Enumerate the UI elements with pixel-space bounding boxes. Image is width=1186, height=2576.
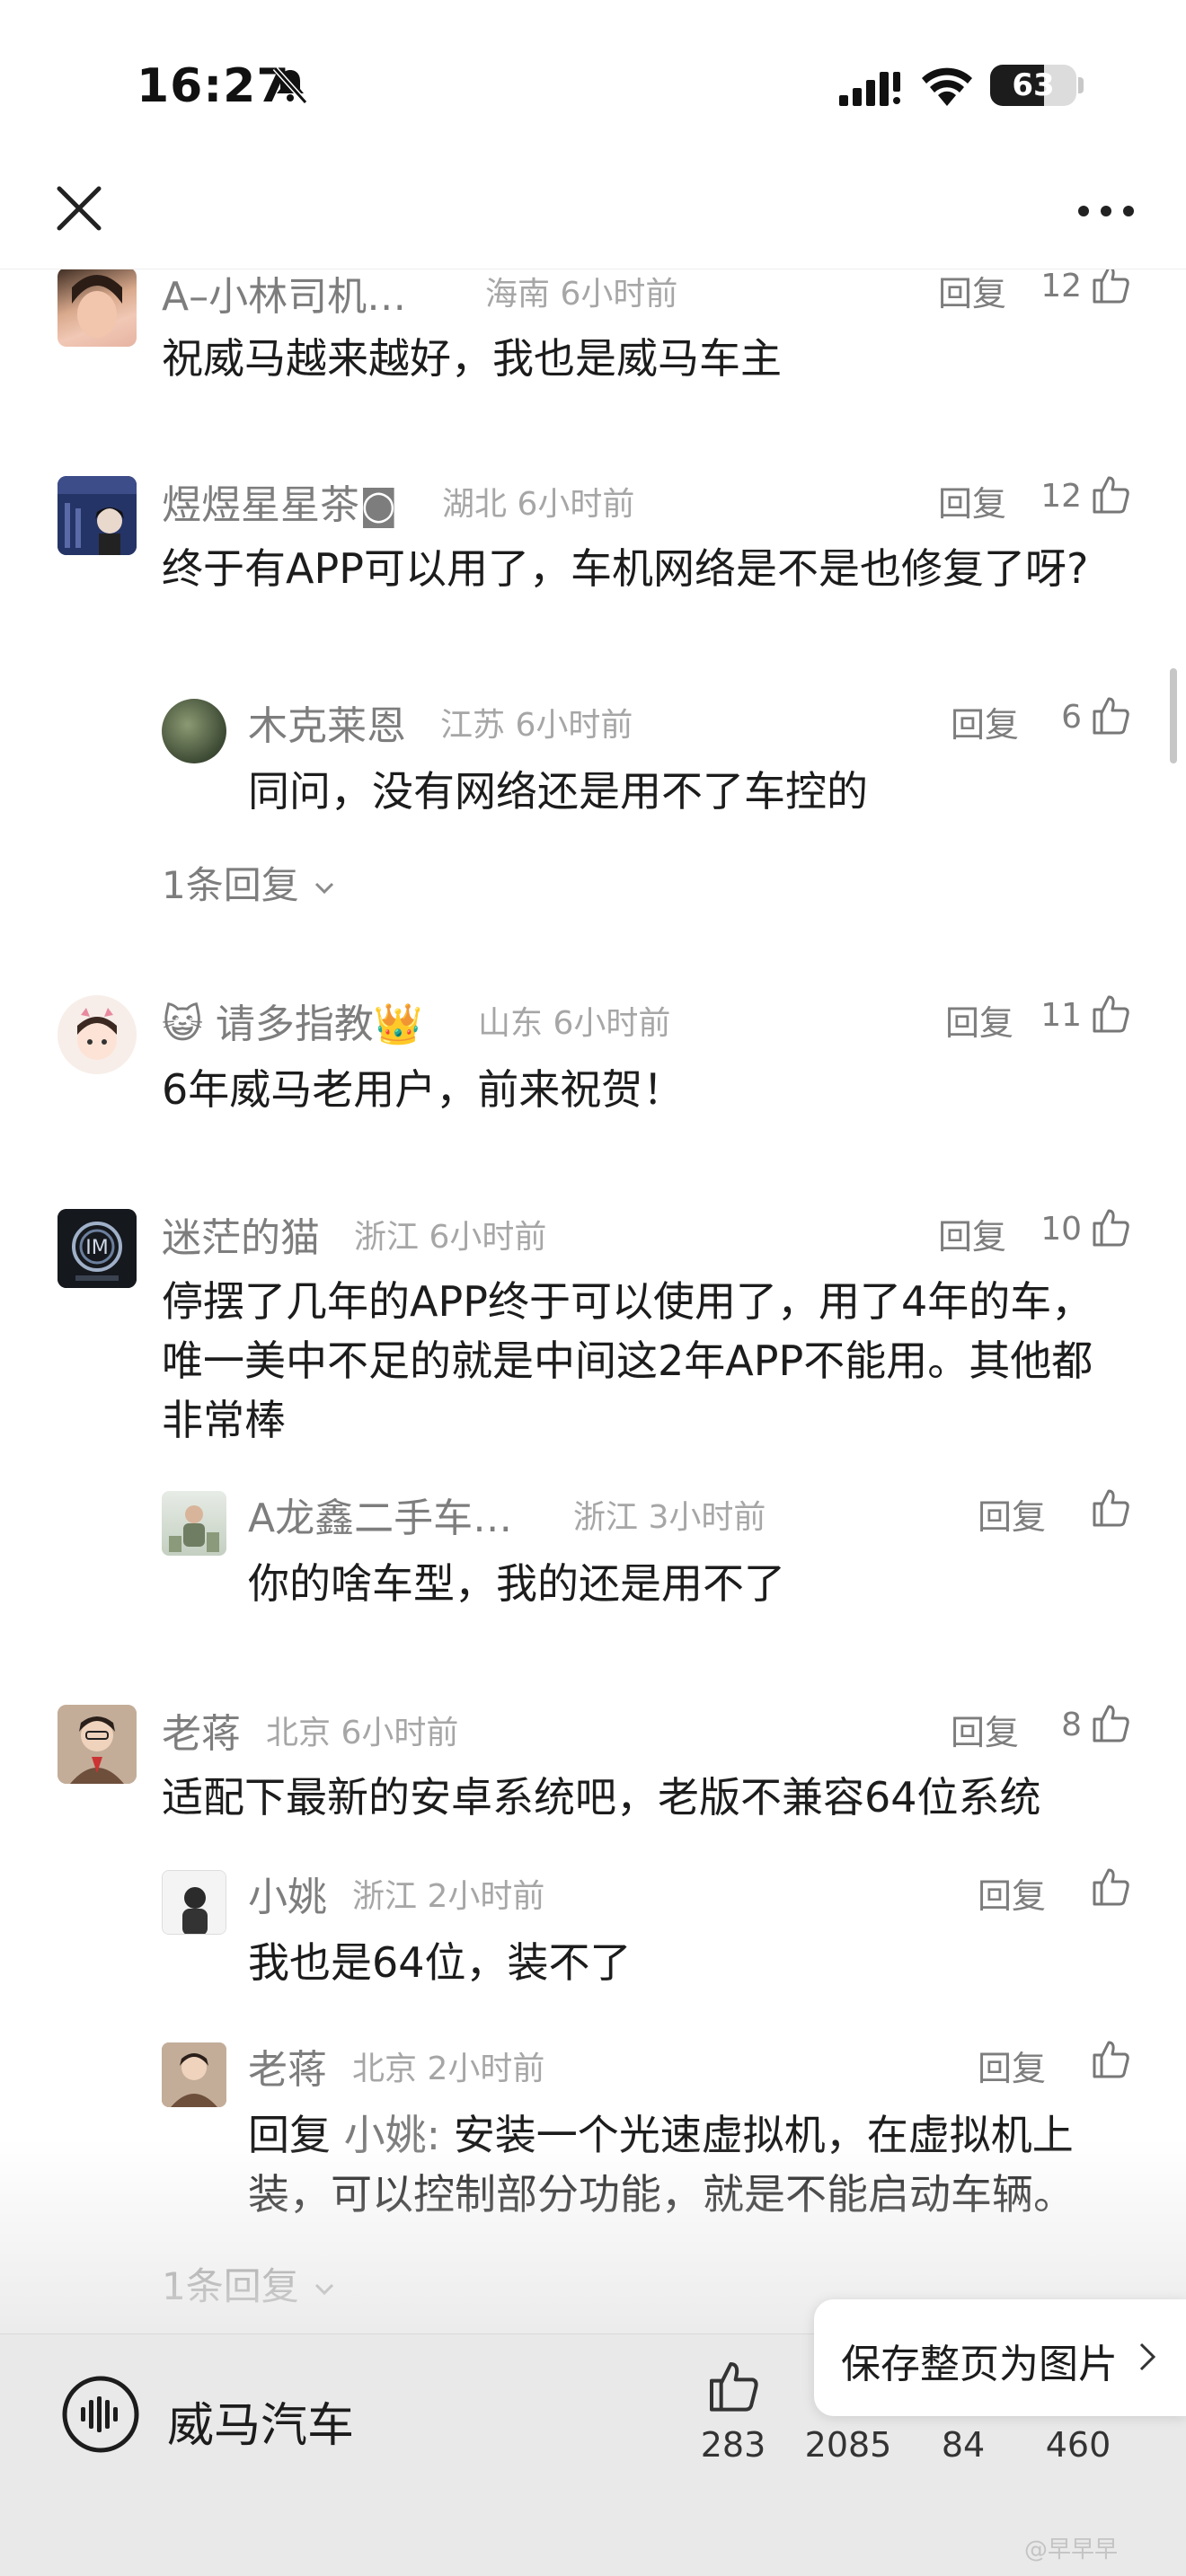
reply-button[interactable]: 回复 (945, 995, 1013, 1045)
chevron-down-icon (315, 2283, 334, 2295)
comment-meta: 湖北 6小时前 (442, 486, 635, 523)
reply-button[interactable]: 回复 (938, 1209, 1006, 1258)
reply-prefix: 回复 (248, 2111, 344, 2159)
brand-logo-icon[interactable] (61, 2375, 140, 2454)
scroll-indicator[interactable] (1170, 668, 1177, 763)
avatar[interactable] (58, 269, 137, 347)
comment-text: 祝威马越来越好，我也是威马车主 (162, 334, 782, 383)
reply-button[interactable]: 回复 (938, 476, 1006, 525)
comment-meta: 海南 6小时前 (485, 276, 678, 313)
comment-meta: 浙江 6小时前 (354, 1219, 547, 1256)
comment-text: 我也是64位，装不了 (248, 1938, 632, 1987)
expand-replies-label: 1条回复 (162, 863, 299, 907)
save-page-as-image-button[interactable]: 保存整页为图片 (814, 2299, 1186, 2416)
avatar[interactable] (58, 995, 137, 1074)
svg-text:IM: IM (85, 1237, 108, 1259)
comment-meta: 浙江 3小时前 (573, 1499, 766, 1536)
thumbs-up-icon[interactable] (1089, 2037, 1132, 2080)
commenter-name[interactable]: 木克莱恩 (248, 693, 406, 751)
comment-text: 回复 小姚: 安装一个光速虚拟机，在虚拟机上装，可以控制部分功能，就是不能启动车… (248, 2105, 1146, 2224)
reply-button[interactable]: 回复 (978, 1489, 1046, 1539)
thumbs-up-icon[interactable] (1089, 1865, 1132, 1908)
reply-button[interactable]: 回复 (978, 2041, 1046, 2090)
commenter-name[interactable]: 老蒋 (248, 2037, 327, 2095)
like-stat: 283 (700, 2425, 766, 2465)
like-count: 8 (1061, 1707, 1082, 1743)
comment-text: 同问，没有网络还是用不了车控的 (248, 767, 868, 816)
expand-replies-button[interactable]: 1条回复 (162, 2256, 338, 2311)
comment-meta: 山东 6小时前 (478, 1005, 671, 1042)
thumbs-up-icon[interactable] (1089, 693, 1132, 737)
thumbs-up-icon[interactable] (1089, 269, 1132, 305)
thumbs-up-icon[interactable] (1089, 992, 1132, 1035)
battery-indicator: 63 (990, 65, 1076, 106)
comment-text: 终于有APP可以用了，车机网络是不是也修复了呀? (162, 544, 1089, 593)
expand-replies-button[interactable]: 1条回复 (162, 855, 338, 910)
reply-button[interactable]: 回复 (978, 1868, 1046, 1918)
avatar[interactable]: IM (58, 1209, 137, 1288)
watermark: @早早早 (1024, 2536, 1119, 2563)
like-count: 10 (1040, 1211, 1082, 1248)
commenter-name[interactable]: 老蒋 (162, 1701, 241, 1759)
more-icon[interactable] (1075, 189, 1137, 234)
top-bar (0, 171, 1186, 269)
comment-meta: 浙江 2小时前 (352, 1878, 545, 1915)
like-count: 12 (1040, 269, 1082, 304)
favorite-stat: 84 (941, 2425, 986, 2465)
thumbs-up-icon[interactable] (1089, 472, 1132, 516)
avatar[interactable] (162, 699, 226, 763)
avatar[interactable] (58, 476, 137, 555)
wifi-icon (922, 67, 972, 106)
commenter-name[interactable]: A–小林司机… (162, 269, 406, 322)
comment-meta: 江苏 6小时前 (440, 707, 633, 744)
comment-meta: 北京 6小时前 (266, 1715, 459, 1751)
thumbs-up-icon[interactable] (1089, 1205, 1132, 1248)
reply-button[interactable]: 回复 (938, 269, 1006, 315)
silent-bell-icon (272, 66, 308, 105)
status-bar: 16:27 63 (0, 0, 1186, 171)
like-count: 11 (1040, 997, 1082, 1034)
avatar[interactable] (162, 1870, 226, 1935)
share-stat: 460 (1045, 2425, 1111, 2465)
comment-list[interactable]: A–小林司机… 海南 6小时前 回复 12 祝威马越来越好，我也是威马车主 煜煜… (0, 269, 1186, 2335)
avatar[interactable] (58, 1705, 137, 1784)
comment-stat: 2085 (804, 2425, 892, 2465)
commenter-name[interactable]: 😺 请多指教👑 (162, 992, 423, 1049)
save-page-label: 保存整页为图片 (841, 2342, 1118, 2387)
commenter-name[interactable]: A龙鑫二手车… (248, 1486, 512, 1543)
thumbs-up-icon[interactable] (704, 2357, 762, 2414)
chevron-right-icon (1139, 2342, 1156, 2371)
brand-name[interactable]: 威马汽车 (167, 2387, 354, 2455)
reply-button[interactable]: 回复 (951, 1705, 1019, 1754)
comment-text: 适配下最新的安卓系统吧，老版不兼容64位系统 (162, 1773, 1041, 1822)
thumbs-up-icon[interactable] (1089, 1486, 1132, 1529)
avatar[interactable] (162, 2042, 226, 2107)
chevron-down-icon (315, 882, 334, 894)
comment-text: 停摆了几年的APP终于可以使用了，用了4年的车，唯一美中不足的就是中间这2年AP… (162, 1277, 1093, 1444)
cellular-signal-icon (839, 72, 900, 106)
commenter-name[interactable]: 煜煜星星茶◙ (162, 472, 398, 530)
reply-button[interactable]: 回复 (951, 697, 1019, 746)
battery-percent: 63 (1012, 67, 1055, 103)
comment-meta: 北京 2小时前 (352, 2051, 545, 2087)
like-count: 6 (1061, 699, 1082, 736)
expand-replies-label: 1条回复 (162, 2264, 299, 2308)
comment-text: 6年威马老用户，前来祝贺！ (162, 1065, 685, 1114)
close-icon[interactable] (50, 180, 108, 237)
commenter-name[interactable]: 小姚 (248, 1865, 327, 1922)
comment-text: 你的啥车型，我的还是用不了 (248, 1559, 785, 1608)
like-count: 12 (1040, 478, 1082, 515)
status-time: 16:27 (137, 59, 290, 113)
avatar[interactable] (162, 1491, 226, 1556)
commenter-name[interactable]: 迷茫的猫 (162, 1205, 320, 1263)
battery-nub (1078, 77, 1084, 93)
thumbs-up-icon[interactable] (1089, 1701, 1132, 1744)
reply-to-user[interactable]: 小姚: (344, 2111, 441, 2159)
